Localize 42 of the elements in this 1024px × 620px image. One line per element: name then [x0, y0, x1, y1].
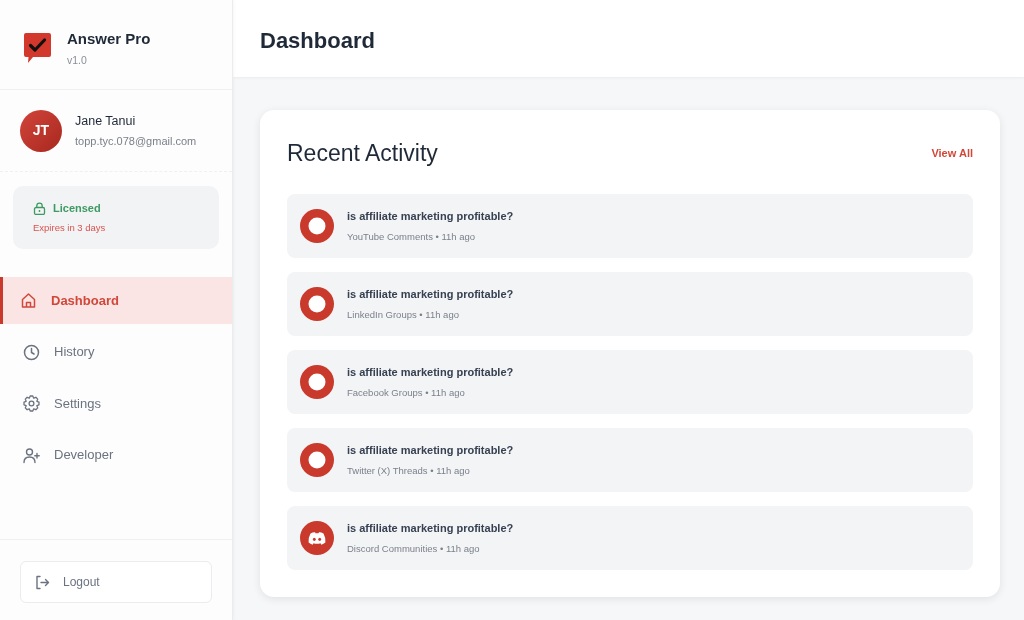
activity-question: is affiliate marketing profitable? [347, 287, 514, 301]
logout-button[interactable]: Logout [20, 561, 212, 603]
activity-question: is affiliate marketing profitable? [347, 521, 514, 535]
section-title: Recent Activity [287, 139, 438, 167]
settings-icon [23, 395, 40, 412]
license-expiry: Expires in 3 days [33, 222, 107, 234]
page-title: Dashboard [260, 26, 375, 54]
activity-meta: Facebook Groups • 11h ago [347, 386, 466, 399]
sidebar-item[interactable]: Settings [0, 380, 232, 427]
activity-meta: LinkedIn Groups • 11h ago [347, 308, 460, 321]
ring-icon [300, 365, 334, 399]
activity-question: is affiliate marketing profitable? [347, 365, 514, 379]
license-status: Licensed [53, 201, 101, 215]
activity-item[interactable]: is affiliate marketing profitable? Facebook Groups • 11h ago [287, 350, 973, 414]
user-name: Jane Tanui [75, 113, 137, 129]
view-all-link[interactable]: View All [931, 144, 973, 162]
discord-icon [300, 521, 334, 555]
ring-icon [300, 209, 334, 243]
activity-item[interactable]: is affiliate marketing profitable? LinkedIn Groups • 11h ago [287, 272, 973, 336]
sidebar-item[interactable]: Developer [0, 431, 232, 479]
home-icon [20, 292, 37, 309]
activity-question: is affiliate marketing profitable? [347, 209, 514, 223]
ring-icon [300, 287, 334, 321]
user-email: topp.tyc.078@gmail.com [75, 134, 197, 148]
checkmark-logo-icon [24, 33, 51, 63]
activity-meta: Discord Communities • 11h ago [347, 542, 481, 555]
activity-meta: YouTube Comments • 11h ago [347, 230, 477, 243]
lock-icon [33, 201, 46, 215]
ring-icon [300, 443, 334, 477]
sidebar-item[interactable]: Dashboard [0, 277, 232, 324]
activity-question: is affiliate marketing profitable? [347, 443, 514, 457]
activity-item[interactable]: is affiliate marketing profitable? YouTube Comments • 11h ago [287, 194, 973, 258]
activity-item[interactable]: is affiliate marketing profitable? Twitter (X) Threads • 11h ago [287, 428, 973, 492]
app-version: v1.0 [67, 54, 88, 66]
user-avatar: JT [20, 109, 62, 152]
app-name: Answer Pro [67, 30, 151, 48]
logout-icon [35, 574, 50, 590]
activity-meta: Twitter (X) Threads • 11h ago [347, 464, 471, 477]
sidebar-item[interactable]: History [0, 328, 232, 376]
clock-icon [23, 343, 40, 361]
add-user-icon [23, 446, 40, 464]
activity-item[interactable]: is affiliate marketing profitable? Discord Communities • 11h ago [287, 506, 973, 570]
